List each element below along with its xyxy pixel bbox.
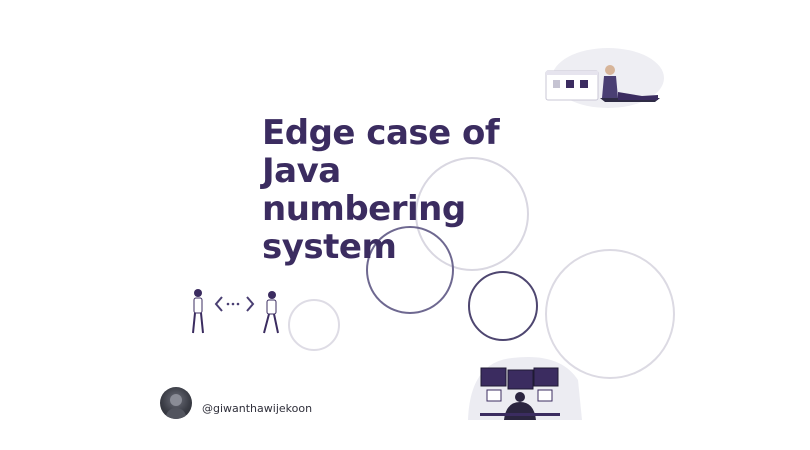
author-handle: @giwanthawijekoon (202, 402, 313, 415)
slide-title: Edge case of Java numbering system (262, 114, 562, 266)
person-sitting-at-laptop-illustration (545, 48, 664, 108)
avatar (160, 387, 192, 419)
circle-right-large (545, 249, 675, 379)
circle-left-small (288, 299, 340, 351)
two-people-code-exchange-illustration (192, 289, 279, 334)
title-line-4: system (262, 227, 397, 267)
title-line-3: numbering (262, 189, 466, 229)
title-line-1: Edge case of (262, 113, 500, 153)
title-line-2: Java (262, 151, 341, 191)
circle-small-dark (468, 271, 538, 341)
developer-at-monitors-illustration (468, 356, 582, 420)
person-icon (165, 394, 187, 419)
